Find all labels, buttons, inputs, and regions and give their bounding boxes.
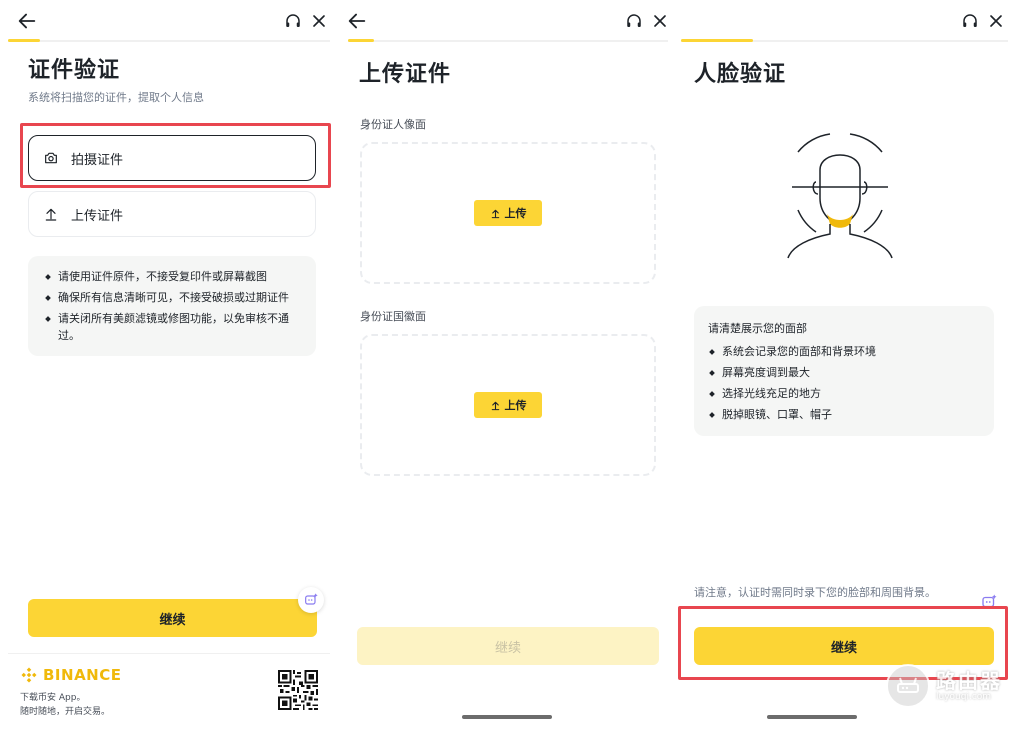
page-subtitle: 系统将扫描您的证件，提取个人信息 [28,91,204,104]
tip-item: 屏幕亮度调到最大 [708,364,980,381]
upload-icon [491,209,499,218]
upload-front-button[interactable]: 上传 [474,200,542,226]
tip-item: 请使用证件原件，不接受复印件或屏幕截图 [44,268,302,285]
footer-line-1: 下载币安 App。 [20,693,86,703]
camera-icon [45,152,57,164]
tip-item: 请关闭所有美颜滤镜或修图功能，以免审核不通过。 [44,310,302,344]
top-bar [676,0,1016,42]
home-indicator[interactable] [462,715,552,719]
page-title: 上传证件 [359,62,452,87]
front-side-label: 身份证人像面 [360,118,426,131]
tip-item: 系统会记录您的面部和背景环境 [708,343,980,360]
back-arrow-icon[interactable] [16,10,38,32]
option-label: 拍摄证件 [71,152,124,168]
back-arrow-icon[interactable] [346,10,368,32]
continue-button[interactable]: 继续 [694,627,994,665]
headset-icon[interactable] [625,12,643,30]
face-tips-box: 请清楚展示您的面部 系统会记录您的面部和背景环境 屏幕亮度调到最大 选择光线充足… [694,306,994,436]
back-side-dropzone[interactable]: 上传 [360,334,656,476]
progress-bar [8,39,330,42]
router-icon [886,664,930,708]
tips-box: 请使用证件原件，不接受复印件或屏幕截图 确保所有信息清晰可见，不接受破损或过期证… [28,256,316,356]
back-side-label: 身份证国徽面 [360,310,426,323]
progress-bar [348,39,668,42]
tips-title: 请清楚展示您的面部 [708,322,807,335]
ai-assistant-icon[interactable] [976,589,1002,615]
brand-name: BINANCE [43,666,122,684]
watermark-title: 路由器 [936,668,1002,693]
upload-document-option[interactable]: 上传证件 [28,191,316,237]
ai-assistant-icon[interactable] [298,587,324,613]
headset-icon[interactable] [961,12,979,30]
upload-icon [491,401,499,410]
home-indicator[interactable] [767,715,857,719]
front-side-dropzone[interactable]: 上传 [360,142,656,284]
continue-button[interactable]: 继续 [28,599,317,637]
id-verification-panel: 证件验证 系统将扫描您的证件，提取个人信息 拍摄证件 上传证件 请使用证件原件，… [0,0,338,731]
option-label: 上传证件 [71,208,124,224]
sparkle-icon [982,594,997,608]
watermark-url: luyouqi.com [936,691,992,702]
recording-notice: 请注意，认证时需同时录下您的脸部和周围背景。 [694,586,936,599]
page-title: 证件验证 [28,58,121,83]
top-bar [0,0,338,42]
sparkle-icon [305,593,318,605]
qr-code-icon[interactable] [278,670,318,710]
tip-item: 选择光线充足的地方 [708,385,980,402]
take-photo-option[interactable]: 拍摄证件 [28,135,316,181]
headset-icon[interactable] [284,12,302,30]
upload-document-panel: 上传证件 身份证人像面 上传 身份证国徽面 上传 继续 [338,0,676,731]
continue-button-disabled[interactable]: 继续 [357,627,659,665]
face-verification-panel: 人脸验证 请清楚展示您的面部 系统会记录您的面部和背景环境 屏幕亮度调到最大 选… [676,0,1016,731]
upload-icon [45,208,57,221]
binance-logo-icon [21,667,37,683]
close-icon[interactable] [986,11,1006,31]
top-bar [338,0,676,42]
tip-item: 脱掉眼镜、口罩、帽子 [708,406,980,423]
close-icon[interactable] [650,11,670,31]
page-title: 人脸验证 [694,62,787,87]
brand-logo[interactable]: BINANCE [20,666,122,684]
face-scan-illustration-icon [787,133,893,259]
tip-item: 确保所有信息清晰可见，不接受破损或过期证件 [44,289,302,306]
app-download-footer: BINANCE 下载币安 App。 随时随地，开启交易。 [8,653,330,731]
site-watermark: 路由器 luyouqi.com [886,664,1002,708]
footer-line-2: 随时随地，开启交易。 [20,707,111,717]
progress-bar [681,39,1008,42]
upload-back-button[interactable]: 上传 [474,392,542,418]
close-icon[interactable] [309,11,329,31]
